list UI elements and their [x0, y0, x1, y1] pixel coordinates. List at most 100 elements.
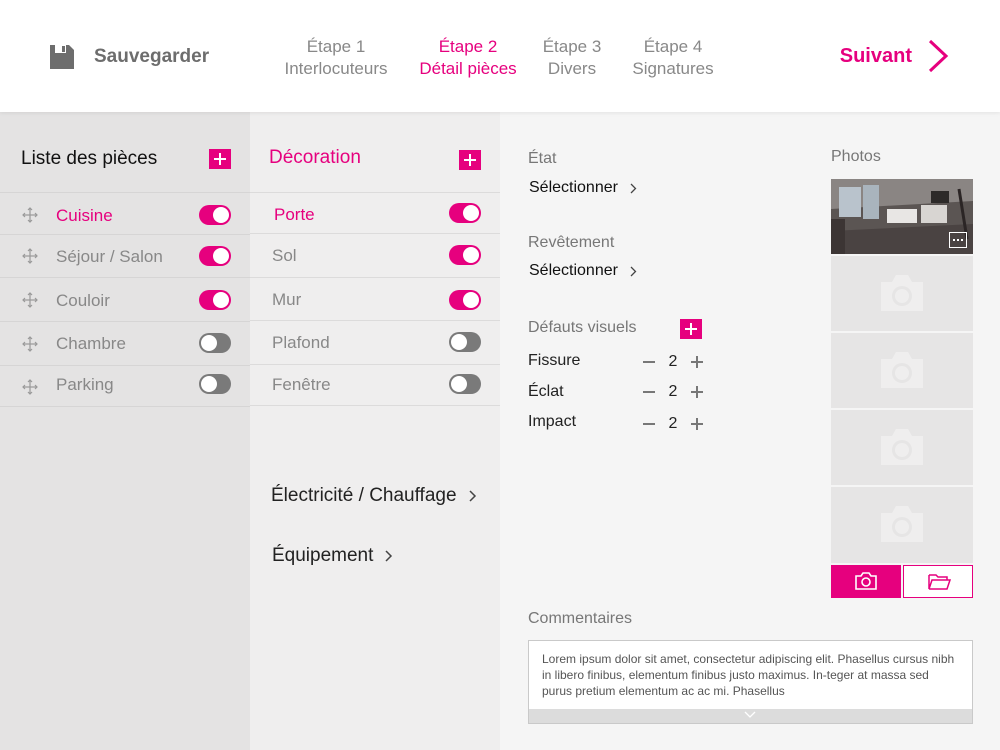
element-toggle[interactable]: [449, 332, 481, 352]
link-label: Électricité / Chauffage: [271, 485, 457, 506]
drag-handle-icon[interactable]: [22, 207, 38, 223]
defauts-label: Défauts visuels: [528, 319, 637, 336]
comment-text: Lorem ipsum dolor sit amet, consectetur …: [542, 652, 955, 698]
photo-slot-empty[interactable]: [831, 333, 973, 408]
defect-count: 2: [668, 353, 678, 370]
element-row-porte[interactable]: Porte: [250, 192, 500, 233]
chevron-right-icon: [385, 550, 393, 562]
top-bar: Sauvegarder Étape 1 Interlocuteurs Étape…: [0, 0, 1000, 112]
revetement-select[interactable]: Sélectionner: [529, 262, 637, 280]
element-toggle[interactable]: [449, 245, 481, 265]
photo-slot-empty[interactable]: [831, 256, 973, 331]
room-row-chambre[interactable]: Chambre: [0, 321, 250, 365]
element-label: Porte: [274, 205, 315, 224]
element-toggle[interactable]: [449, 374, 481, 394]
element-label: Plafond: [272, 333, 330, 352]
camera-placeholder-icon: [881, 275, 923, 311]
defect-label: Éclat: [528, 383, 564, 400]
add-element-button[interactable]: [459, 150, 481, 170]
photo-slot-empty[interactable]: [831, 410, 973, 485]
chevron-right-icon: [630, 183, 637, 193]
room-toggle[interactable]: [199, 374, 231, 394]
element-label: Sol: [272, 246, 297, 265]
step-number: Étape 2: [438, 37, 498, 56]
room-row-couloir[interactable]: Couloir: [0, 277, 250, 321]
defect-count: 2: [668, 415, 678, 432]
step-4[interactable]: Étape 4 Signatures: [632, 36, 713, 80]
room-photo[interactable]: [831, 179, 973, 254]
folder-icon: [928, 574, 951, 590]
etat-value: Sélectionner: [529, 179, 618, 196]
next-button[interactable]: Suivant: [840, 38, 950, 74]
increment-button[interactable]: [689, 416, 705, 432]
photos-label: Photos: [831, 148, 881, 165]
drag-handle-icon[interactable]: [22, 248, 38, 264]
step-number: Étape 1: [306, 37, 366, 56]
decrement-button[interactable]: [641, 416, 657, 432]
chevron-right-icon: [630, 266, 637, 276]
step-2[interactable]: Étape 2 Détail pièces: [419, 36, 516, 80]
drag-handle-icon[interactable]: [22, 292, 38, 308]
camera-icon: [855, 572, 877, 590]
decoration-panel: Décoration Porte Sol Mur Plafond Fenêtre…: [250, 112, 500, 750]
defect-label: Impact: [528, 413, 577, 430]
step-name: Détail pièces: [419, 59, 517, 78]
element-row-fenetre[interactable]: Fenêtre: [250, 364, 500, 406]
room-label: Séjour / Salon: [56, 247, 163, 266]
step-3[interactable]: Étape 3 Divers: [543, 36, 602, 80]
element-label: Fenêtre: [272, 375, 331, 394]
chevron-down-icon: [744, 711, 756, 718]
open-gallery-button[interactable]: [903, 565, 973, 598]
next-label: Suivant: [839, 44, 912, 67]
eclat-stepper: 2: [641, 383, 705, 401]
element-row-plafond[interactable]: Plafond: [250, 320, 500, 364]
decrement-button[interactable]: [641, 384, 657, 400]
rooms-panel: Liste des pièces Cuisine Séjour / Salon …: [0, 112, 250, 750]
room-row-cuisine[interactable]: Cuisine: [0, 192, 250, 234]
expand-comments-button[interactable]: [529, 709, 972, 723]
step-number: Étape 3: [542, 37, 602, 56]
decrement-button[interactable]: [641, 354, 657, 370]
room-row-parking[interactable]: Parking: [0, 365, 250, 407]
increment-button[interactable]: [689, 354, 705, 370]
room-toggle[interactable]: [199, 290, 231, 310]
step-name: Divers: [547, 59, 597, 78]
decoration-title: Décoration: [269, 147, 361, 168]
room-label: Chambre: [56, 334, 126, 353]
chevron-right-icon: [928, 39, 949, 73]
room-label: Parking: [56, 375, 114, 394]
element-toggle[interactable]: [449, 290, 481, 310]
revetement-value: Sélectionner: [529, 262, 618, 279]
add-room-button[interactable]: [209, 149, 231, 169]
drag-handle-icon[interactable]: [22, 379, 38, 395]
element-row-mur[interactable]: Mur: [250, 277, 500, 320]
room-label: Cuisine: [56, 206, 113, 225]
drag-handle-icon[interactable]: [22, 336, 38, 352]
equipement-link[interactable]: Équipement: [272, 545, 393, 567]
save-label: Sauvegarder: [94, 46, 210, 67]
step-number: Étape 4: [643, 37, 703, 56]
save-button[interactable]: Sauvegarder: [48, 43, 209, 71]
room-toggle[interactable]: [199, 333, 231, 353]
room-toggle[interactable]: [199, 246, 231, 266]
increment-button[interactable]: [689, 384, 705, 400]
electricite-chauffage-link[interactable]: Électricité / Chauffage: [271, 485, 477, 507]
take-photo-button[interactable]: [831, 565, 901, 598]
step-1[interactable]: Étape 1 Interlocuteurs: [285, 36, 388, 80]
comments-textarea[interactable]: Lorem ipsum dolor sit amet, consectetur …: [528, 640, 973, 724]
etat-label: État: [528, 150, 557, 167]
floppy-disk-icon: [50, 45, 74, 69]
photo-slot-empty[interactable]: [831, 487, 973, 563]
etat-select[interactable]: Sélectionner: [529, 179, 637, 197]
impact-stepper: 2: [641, 415, 705, 433]
defect-count: 2: [668, 383, 678, 400]
element-toggle[interactable]: [449, 203, 481, 223]
comments-label: Commentaires: [528, 610, 633, 627]
add-defect-button[interactable]: [680, 319, 702, 339]
room-toggle[interactable]: [199, 205, 231, 225]
more-options-button[interactable]: [949, 232, 967, 248]
element-row-sol[interactable]: Sol: [250, 233, 500, 277]
fissure-stepper: 2: [641, 353, 705, 371]
camera-placeholder-icon: [881, 429, 923, 465]
room-row-sejour[interactable]: Séjour / Salon: [0, 234, 250, 277]
